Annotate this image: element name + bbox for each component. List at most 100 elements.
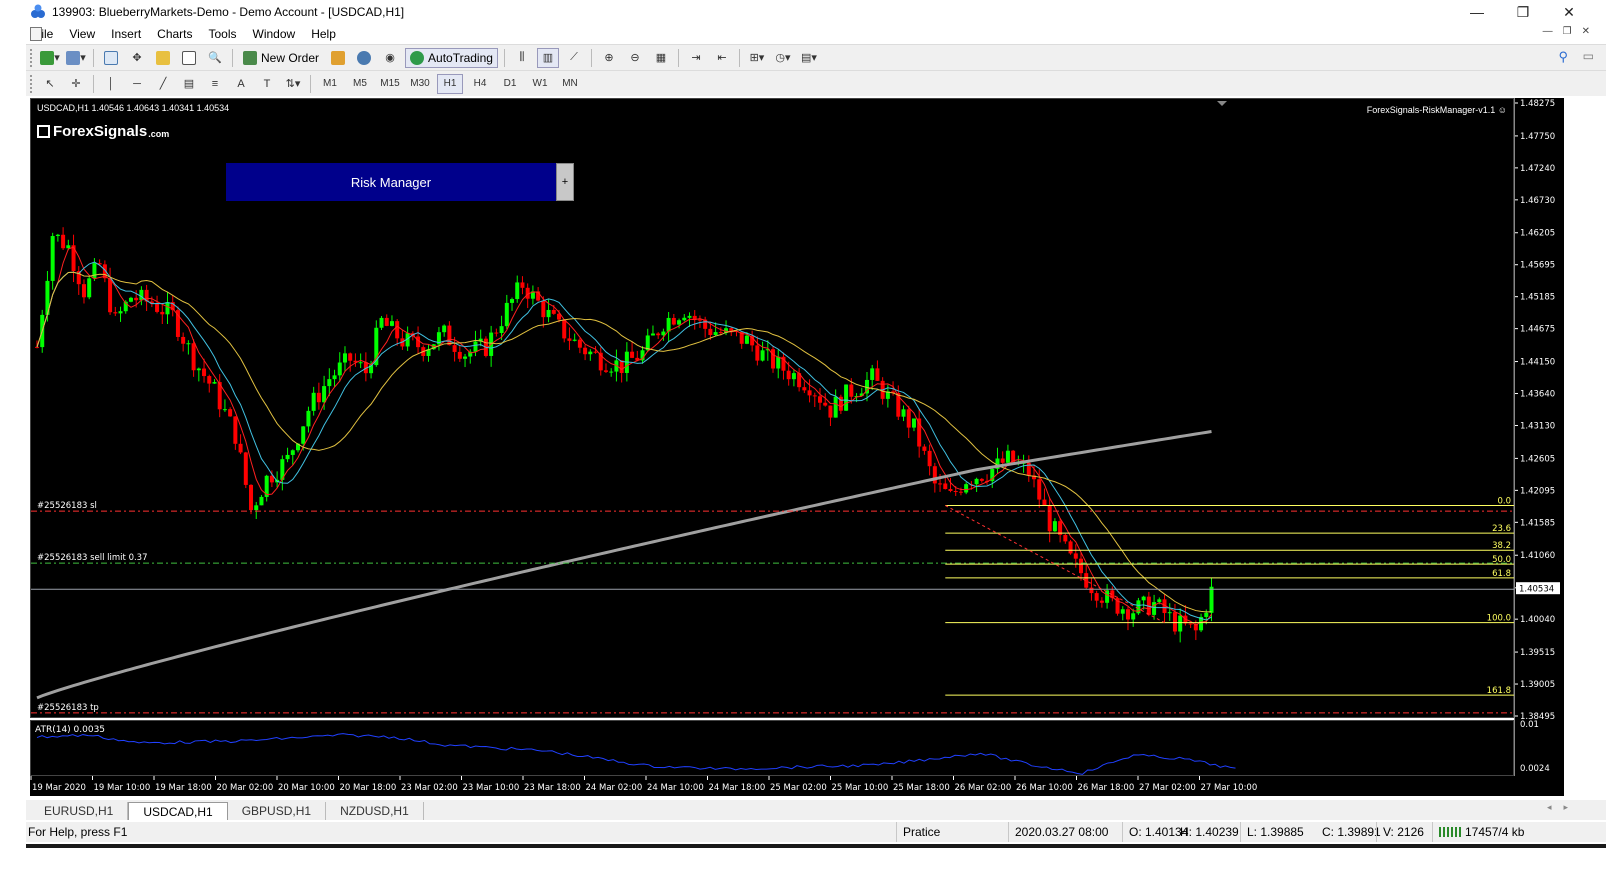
market-watch-icon[interactable] bbox=[100, 48, 122, 68]
fib-level-label: 23.6 bbox=[1492, 524, 1511, 534]
search-icon[interactable]: ⚲ bbox=[1558, 49, 1568, 65]
candle-body bbox=[1068, 541, 1073, 554]
line-chart-icon[interactable]: ⟋ bbox=[563, 48, 585, 68]
price-chart[interactable]: #25526183 sl #25526183 sell limit 0.37 #25… bbox=[30, 98, 1515, 718]
periods-icon[interactable]: ◷▾ bbox=[772, 48, 794, 68]
candle-body bbox=[1079, 558, 1083, 574]
tab-gbpusd[interactable]: GBPUSD,H1 bbox=[228, 802, 327, 820]
horizontal-line-icon[interactable]: ─ bbox=[126, 74, 148, 94]
data-window-icon[interactable]: ✥ bbox=[126, 48, 148, 68]
price-tick: 1.46205 bbox=[1520, 229, 1555, 239]
candle-body bbox=[447, 325, 452, 346]
time-tick: 25 Mar 02:00 bbox=[770, 783, 827, 793]
tab-eurusd[interactable]: EURUSD,H1 bbox=[30, 802, 129, 820]
candle-body bbox=[656, 333, 661, 336]
atr-indicator-canvas[interactable]: ATR(14) 0.0035 bbox=[31, 721, 1515, 777]
menu-view[interactable]: View bbox=[61, 27, 103, 41]
candle-body bbox=[259, 496, 264, 506]
metaeditor-icon[interactable] bbox=[327, 48, 349, 68]
text-icon[interactable]: A bbox=[230, 74, 252, 94]
zoom-in-icon[interactable]: ⊕ bbox=[598, 48, 620, 68]
signals-icon[interactable] bbox=[353, 48, 375, 68]
chart-shift-icon[interactable]: ⇤ bbox=[711, 48, 733, 68]
tf-m1[interactable]: M1 bbox=[317, 74, 343, 94]
tab-usdcad[interactable]: USDCAD,H1 bbox=[128, 802, 228, 820]
zoom-out-icon[interactable]: ⊖ bbox=[624, 48, 646, 68]
candle-body bbox=[165, 302, 170, 315]
minimize-button[interactable]: — bbox=[1454, 0, 1500, 24]
candle-body bbox=[755, 345, 760, 361]
profiles-icon[interactable]: ▾ bbox=[65, 48, 87, 68]
terminal-icon[interactable] bbox=[178, 48, 200, 68]
tile-windows-icon[interactable]: ▦ bbox=[650, 48, 672, 68]
status-profile[interactable]: Pratice bbox=[896, 822, 1008, 842]
child-restore-icon[interactable]: ❐ bbox=[1563, 26, 1572, 37]
strategy-tester-icon[interactable]: 🔍 bbox=[204, 48, 226, 68]
candle-body bbox=[938, 483, 943, 485]
ma-mid-line bbox=[36, 261, 1212, 621]
maximize-button[interactable]: ❐ bbox=[1500, 0, 1546, 24]
candle-body bbox=[212, 382, 217, 384]
menu-tools[interactable]: Tools bbox=[201, 27, 245, 41]
time-scale[interactable]: 19 Mar 2020 19 Mar 10:00 19 Mar 18:00 20 Ma… bbox=[30, 776, 1564, 796]
risk-manager-button[interactable]: Risk Manager bbox=[226, 163, 556, 201]
new-chart-icon[interactable]: ▾ bbox=[39, 48, 61, 68]
fib-level-label: 50.0 bbox=[1492, 555, 1511, 565]
templates-icon[interactable]: ▤▾ bbox=[798, 48, 820, 68]
cursor-icon[interactable]: ↖ bbox=[39, 74, 61, 94]
trendline-icon[interactable]: ╱ bbox=[152, 74, 174, 94]
tf-w1[interactable]: W1 bbox=[527, 74, 553, 94]
menu-insert[interactable]: Insert bbox=[103, 27, 149, 41]
child-close-icon[interactable]: ✕ bbox=[1582, 26, 1590, 37]
tf-h4[interactable]: H4 bbox=[467, 74, 493, 94]
vertical-line-icon[interactable]: │ bbox=[100, 74, 122, 94]
tab-scroll-arrows[interactable]: ◂▸ bbox=[1547, 802, 1580, 813]
atr-indicator-pane[interactable]: ATR(14) 0.0035 bbox=[30, 720, 1514, 776]
indicators-icon[interactable]: ⊞▾ bbox=[746, 48, 768, 68]
new-order-button[interactable]: New Order bbox=[239, 48, 323, 68]
menu-window[interactable]: Window bbox=[245, 27, 304, 41]
candle-body bbox=[175, 310, 180, 337]
arrows-icon[interactable]: ⇅▾ bbox=[282, 74, 304, 94]
candle-body bbox=[870, 368, 875, 380]
market-icon[interactable]: ◉ bbox=[379, 48, 401, 68]
bar-chart-icon[interactable]: ⫼ bbox=[511, 48, 533, 68]
close-button[interactable]: ✕ bbox=[1546, 0, 1592, 24]
tf-mn[interactable]: MN bbox=[557, 74, 583, 94]
current-price-label: 1.40534 bbox=[1519, 585, 1554, 595]
navigator-icon[interactable] bbox=[152, 48, 174, 68]
child-minimize-icon[interactable]: — bbox=[1543, 26, 1553, 37]
risk-manager-expand-button[interactable]: + bbox=[556, 163, 574, 201]
candle-body bbox=[807, 390, 812, 396]
candle-body bbox=[823, 402, 828, 406]
auto-scroll-icon[interactable]: ⇥ bbox=[685, 48, 707, 68]
candle-body bbox=[228, 409, 233, 417]
time-tick: 19 Mar 18:00 bbox=[155, 783, 212, 793]
candle-body bbox=[196, 368, 201, 371]
price-tick: 1.41585 bbox=[1520, 518, 1555, 528]
price-scale[interactable]: 1.48275 1.47750 1.47240 1.46730 1.46205 1.456… bbox=[1514, 98, 1564, 776]
crosshair-icon[interactable]: ✛ bbox=[65, 74, 87, 94]
text-label-icon[interactable]: T bbox=[256, 74, 278, 94]
candlestick-icon[interactable]: ▥ bbox=[536, 47, 559, 68]
tf-m15[interactable]: M15 bbox=[377, 74, 403, 94]
status-traffic[interactable]: 17457/4 kb bbox=[1432, 822, 1552, 842]
tf-d1[interactable]: D1 bbox=[497, 74, 523, 94]
tab-nzdusd[interactable]: NZDUSD,H1 bbox=[326, 802, 424, 820]
chat-icon[interactable]: ▭ bbox=[1583, 49, 1594, 63]
channel-icon[interactable]: ▤ bbox=[178, 74, 200, 94]
autotrading-button[interactable]: AutoTrading bbox=[405, 47, 498, 68]
tf-h1[interactable]: H1 bbox=[437, 73, 463, 94]
tf-m30[interactable]: M30 bbox=[407, 74, 433, 94]
price-tick: 1.45695 bbox=[1520, 261, 1555, 271]
time-tick: 20 Mar 10:00 bbox=[278, 783, 335, 793]
drawing-toolbar: ↖ ✛ │ ─ ╱ ▤ ≡ A T ⇅▾ M1 M5 M15 M30 H1 H4… bbox=[26, 70, 1606, 96]
candle-body bbox=[630, 351, 635, 358]
price-tick: 1.45185 bbox=[1520, 293, 1555, 303]
candle-body bbox=[1188, 623, 1193, 625]
menu-charts[interactable]: Charts bbox=[149, 27, 200, 41]
menu-help[interactable]: Help bbox=[303, 27, 344, 41]
fibo-icon[interactable]: ≡ bbox=[204, 74, 226, 94]
tf-m5[interactable]: M5 bbox=[347, 74, 373, 94]
time-tick: 26 Mar 02:00 bbox=[955, 783, 1012, 793]
